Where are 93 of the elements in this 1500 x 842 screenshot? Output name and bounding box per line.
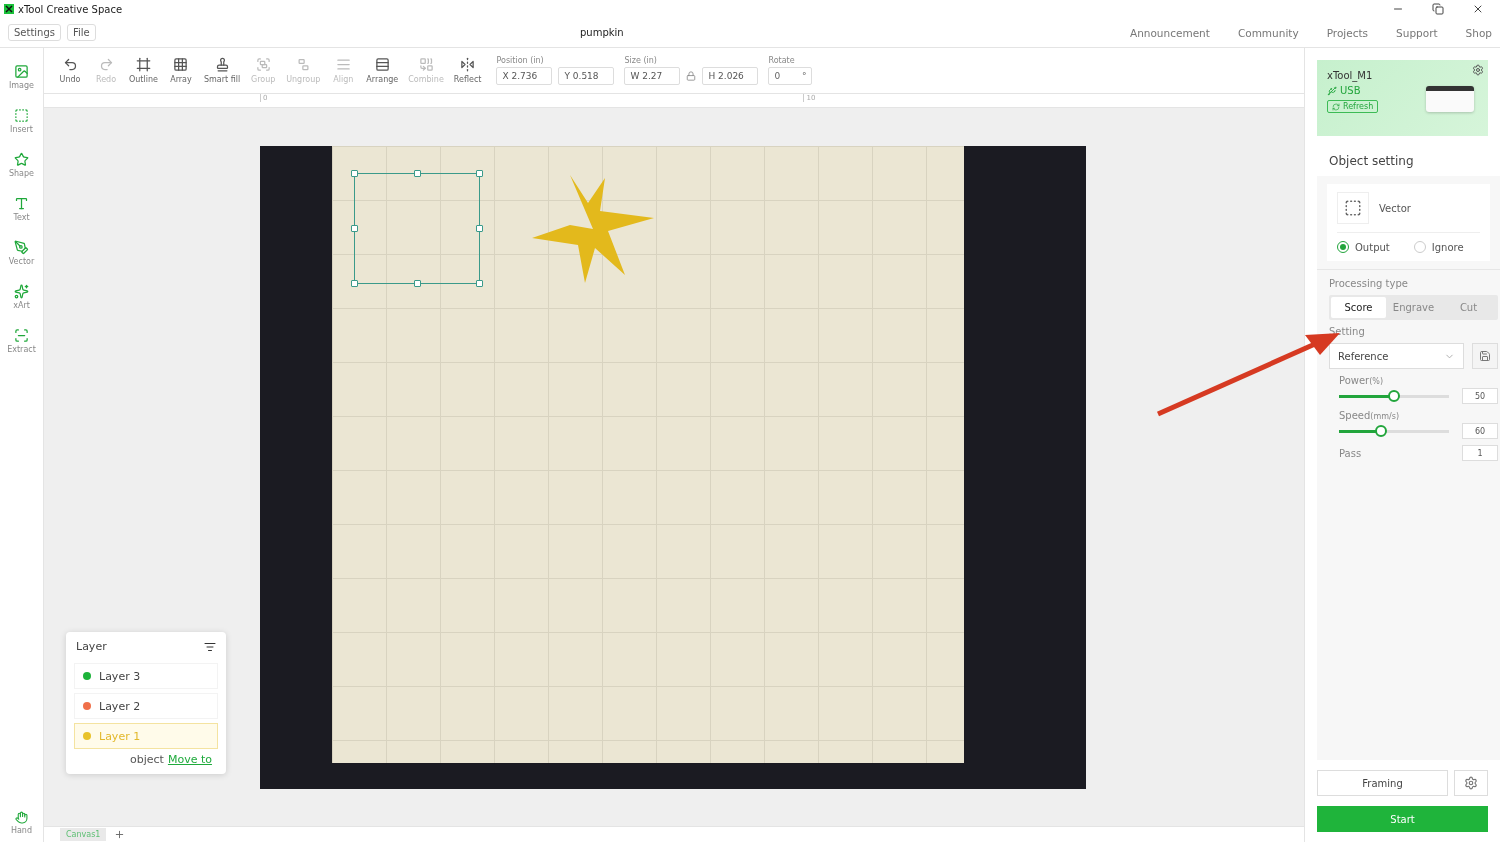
toolbar-button[interactable]: Outline [124,57,163,84]
rotate-field[interactable]: 0 ° [768,67,813,85]
toolbar-button[interactable]: Smart fill [198,57,246,84]
slider-thumb[interactable] [1388,389,1400,402]
hand-tool-button[interactable]: Hand [10,804,33,842]
refresh-button[interactable]: Refresh [1327,100,1379,113]
start-button[interactable]: Start [1317,806,1488,832]
save-preset-button[interactable] [1472,343,1498,369]
object-type: Vector [1379,202,1411,214]
slider-thumb[interactable] [1374,424,1387,437]
stamp-icon [214,57,230,72]
field-label: Position (in) [496,56,545,65]
usb-icon [1327,85,1337,96]
layer-item[interactable]: Layer 2 [74,693,218,719]
y-field[interactable]: Y 0.518 [558,67,615,85]
toolbar-button[interactable]: Undo [52,57,88,84]
processing-tab[interactable]: Score [1331,297,1386,318]
panel-title: Layer [76,640,107,653]
grid-icon [173,57,189,72]
tool-button[interactable]: Insert [10,102,33,140]
section-label: Processing type [1329,278,1409,289]
vector-icon [1337,192,1369,224]
undo-icon [62,57,78,72]
group-icon [255,57,271,72]
radio-option[interactable]: Output [1337,241,1390,253]
app-logo-icon [4,4,14,14]
nav-link[interactable]: Announcement [1129,26,1210,39]
connection-status: USB [1327,85,1478,96]
plus-icon [114,829,126,840]
processing-tab[interactable]: Cut [1441,297,1496,318]
selection-box[interactable] [354,173,480,284]
tool-button[interactable]: Image [8,58,35,96]
settings-icon [1472,64,1484,76]
processing-tab[interactable]: Engrave [1386,297,1441,318]
pen-icon [14,240,29,255]
save-icon [1479,350,1491,362]
outline-icon [135,57,151,72]
machine-drawing [1426,86,1474,112]
redo-icon [98,57,114,72]
radio-option[interactable]: Ignore [1413,241,1464,253]
layer-item[interactable]: Layer 3 [74,663,218,689]
height-field[interactable]: H 2.026 [702,67,759,85]
image-icon [14,64,29,79]
toolbar-button[interactable]: Array [162,57,199,84]
settings-button[interactable] [1472,64,1484,76]
field-label: Rotate [768,56,796,65]
nav-link[interactable]: Shop [1465,26,1492,39]
sparkle-icon [14,284,29,299]
value-field[interactable]: 60 [1462,423,1498,439]
param-label: Speed(mm/s) [1339,410,1401,421]
param-label: Power(%) [1339,375,1385,386]
window-title: xTool Creative Space [18,3,124,15]
menu-button[interactable]: File [67,24,96,41]
value-field[interactable]: 50 [1462,388,1498,404]
param-label: Pass [1339,447,1362,459]
toolbar-button[interactable]: Arrange [361,57,404,84]
reflect-icon [460,57,476,72]
toolbar-button[interactable]: Reflect [448,57,487,84]
hand-icon [15,811,28,824]
move-to-link[interactable]: Move to [167,753,212,766]
restore-icon [1432,3,1444,15]
field-label: Size (in) [624,56,658,65]
star-icon [14,152,29,167]
layer-footer-text: object [130,753,164,766]
lock-icon[interactable] [686,71,697,81]
rows-icon [374,57,390,72]
align-icon [335,57,351,72]
framing-button[interactable]: Framing [1317,770,1448,796]
panel-title: Object setting [1317,146,1500,176]
settings-icon [1464,776,1478,790]
value-field[interactable]: 1 [1462,445,1498,461]
width-field[interactable]: W 2.27 [624,67,681,85]
text-icon [14,196,29,211]
nav-link[interactable]: Community [1237,26,1299,39]
device-name: xTool_M1 [1327,70,1374,81]
tool-button[interactable]: Vector [8,234,35,272]
list-icon[interactable] [204,640,216,653]
combine-icon [418,57,434,72]
document-title: pumpkin [579,27,625,38]
tool-button[interactable]: Text [13,190,30,228]
refresh-icon [1332,102,1340,111]
tool-button[interactable]: xArt [13,278,30,316]
close-icon [1472,3,1484,15]
nav-link[interactable]: Support [1396,26,1438,39]
frame-icon [14,108,29,123]
menu-button[interactable]: Settings [8,24,61,41]
setting-dropdown[interactable]: Reference [1329,343,1464,369]
ungroup-icon [295,57,311,72]
scan-icon [14,328,29,343]
tool-button[interactable]: Extract [7,322,36,360]
x-field[interactable]: X 2.736 [496,67,553,85]
tool-button[interactable]: Shape [8,146,35,184]
nav-link[interactable]: Projects [1326,26,1369,39]
